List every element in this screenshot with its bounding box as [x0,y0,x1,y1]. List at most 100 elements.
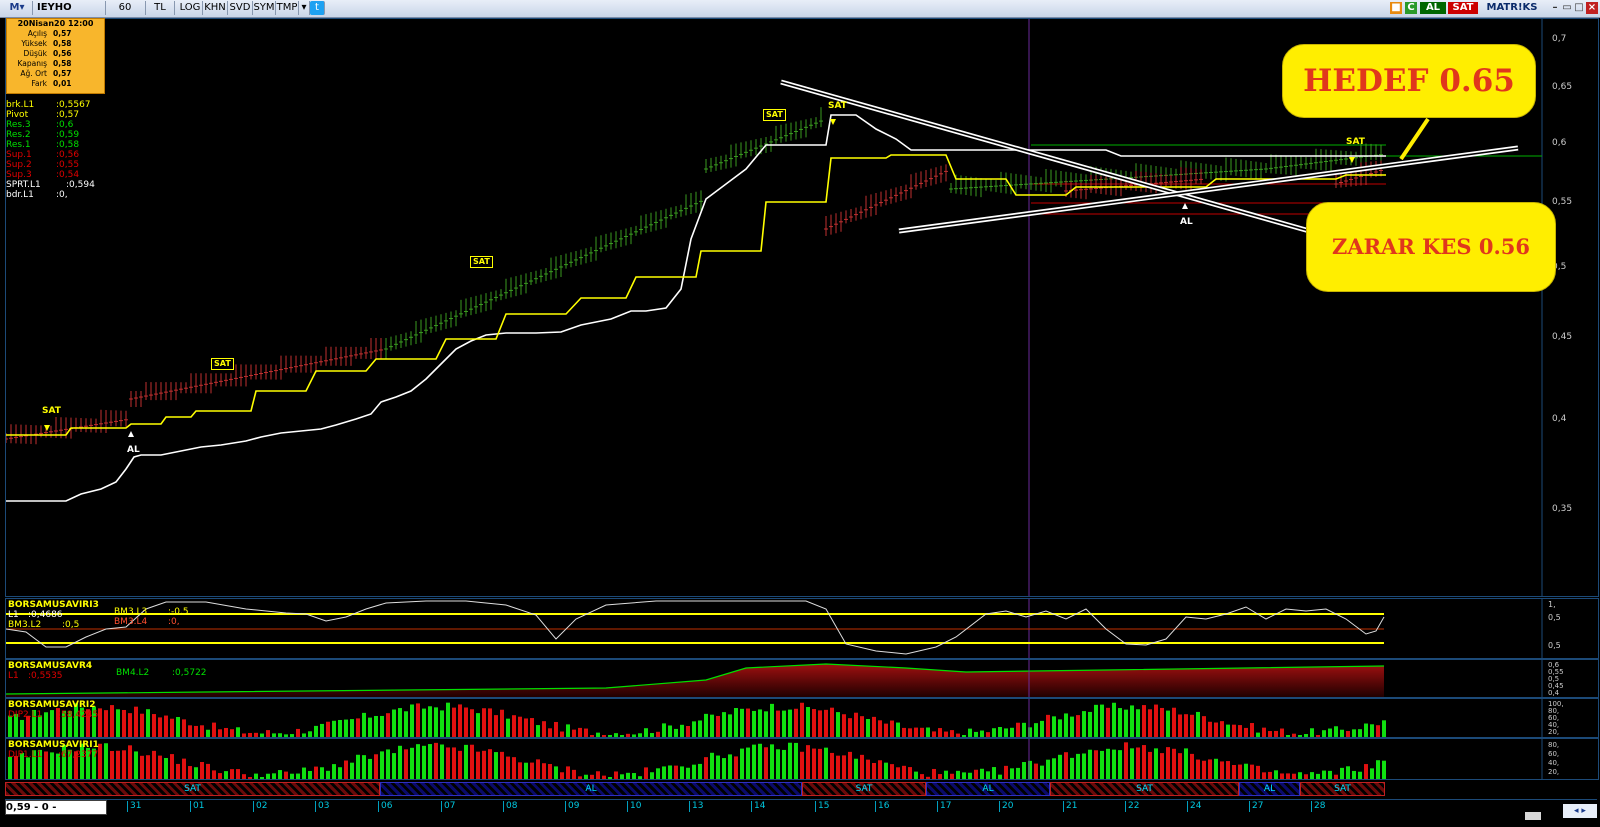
ohlc-row: Yüksek 0,58 [21,39,72,48]
khn-button[interactable]: KHN [203,1,228,15]
date-tick-label: 02 [253,801,267,812]
date-tick-label: 06 [378,801,392,812]
date-tick-label: 24 [1187,801,1201,812]
ohlc-date: 20Nisan20 12:00 [17,19,94,28]
date-tick-label: 08 [503,801,517,812]
sell-signal-label: SAT [1346,137,1365,147]
ohlc-row: Kapanış 0,58 [17,59,72,68]
indicator-panel-bm1[interactable]: 80, 60, 40, 20, BORSAMUSAVIRI1 DIP1.L1:6… [5,738,1599,780]
app-menu-icon[interactable]: M▾ [2,1,33,15]
price-axis-label: 0,55 [1552,197,1572,207]
close-icon[interactable]: × [1586,2,1598,14]
signal-segment: AL [1239,782,1300,796]
sell-signal-label: SAT [828,101,847,111]
restore-icon[interactable]: ▭ [1562,2,1572,14]
log-button[interactable]: LOG [178,1,203,15]
indicator-level-row: Res.3:0,6 [6,120,74,130]
buy-signal-label: AL [1180,217,1193,227]
price-axis-label: 0,4 [1552,414,1567,424]
price-axis-label: 0,7 [1552,34,1566,44]
date-tick-label: 28 [1311,801,1325,812]
price-axis-label: 0,35 [1552,504,1572,514]
date-tick-label: 31 [127,801,141,812]
ohlc-row: Ağ. Ort 0,57 [20,69,72,78]
date-tick-label: 21 [1063,801,1077,812]
maximize-icon[interactable]: □ [1574,2,1584,14]
orange-flag-icon[interactable]: ■ [1390,2,1402,14]
price-axis-label: 0,65 [1552,82,1572,92]
chart-window: M▾ IEYHO 60 TL LOG KHN SVD SYM TMP ▾ t ■… [0,0,1600,826]
svg-text:60,: 60, [1548,750,1559,758]
indicator-level-row: bdr.L1:0, [6,190,68,200]
svg-text:20,: 20, [1548,728,1559,736]
date-tick-label: 13 [689,801,703,812]
indicator-panel-bm3[interactable]: 1, 0,5 0,5 BORSAMUSAVIRI3 L1:0,4686 BM3.… [5,598,1599,659]
toolbar: M▾ IEYHO 60 TL LOG KHN SVD SYM TMP ▾ t ■… [0,0,1600,18]
indicator-level-row: SPRT.L1:0,594 [6,180,95,190]
buy-arrow-icon [128,431,134,437]
ohlc-row: Açılış 0,57 [27,29,72,38]
indicator-level-row: Pivot:0,57 [6,110,80,120]
scroll-arrows-icon[interactable]: ◂ ▸ [1563,804,1597,818]
period-selector[interactable]: 60 [105,1,146,15]
sell-arrow-icon [1349,157,1355,163]
date-tick-label: 09 [565,801,579,812]
refresh-icon[interactable]: C [1405,2,1417,14]
buy-button[interactable]: AL [1420,2,1446,14]
currency-selector[interactable]: TL [146,1,175,15]
indicator-level-row: Res.2:0,59 [6,130,80,140]
scroll-handle[interactable] [1525,812,1541,820]
twitter-icon[interactable]: t [310,1,325,15]
date-tick-label: 10 [627,801,641,812]
indicator-level-row: Sup.2:0,55 [6,160,80,170]
bm4-canvas: 0,6 0,55 0,5 0,45 0,4 [6,660,1564,697]
buy-arrow-icon [1182,203,1188,209]
bm2-title: BORSAMUSAVRI2 [8,700,96,710]
date-tick-label: 07 [441,801,455,812]
indicator-level-row: Res.1:0,58 [6,140,80,150]
stop-loss-annotation: ZARAR KES 0.56 [1306,202,1556,292]
date-tick-label: 16 [875,801,889,812]
minimize-icon[interactable]: – [1550,2,1560,14]
bm1-title: BORSAMUSAVIRI1 [8,740,99,750]
signal-segment: SAT [1050,782,1239,796]
svg-text:40,: 40, [1548,759,1559,767]
price-axis-label: 0,45 [1552,332,1572,342]
bm3-title: BORSAMUSAVIRI3 [8,600,99,610]
brand-logo: MATR!KS [1486,2,1538,13]
bm3-axis-label: 1, [1548,600,1556,609]
indicator-panel-bm4[interactable]: 0,6 0,55 0,5 0,45 0,4 BORSAMUSAVR4 L1:0,… [5,659,1599,698]
signal-segment: SAT [1300,782,1385,796]
dropdown-arrow-icon[interactable]: ▾ [299,1,310,15]
date-tick-label: 03 [315,801,329,812]
bm4-title: BORSAMUSAVR4 [8,661,93,671]
sym-button[interactable]: SYM [253,1,276,15]
sell-button[interactable]: SAT [1448,2,1478,14]
ohlc-row: Düşük 0,56 [23,49,72,58]
date-tick-label: 27 [1249,801,1263,812]
date-tick-label: 22 [1125,801,1139,812]
signal-segment: AL [926,782,1050,796]
sell-signal-box: SAT [211,358,234,370]
target-annotation: HEDEF 0.65 [1282,44,1536,118]
date-axis: 31 01 02 03 06 07 08 09 10 13 14 15 16 17 20 21 22 24 27 28 [5,799,1597,813]
sell-arrow-icon [830,119,836,125]
symbol-field[interactable]: IEYHO [33,1,106,15]
date-tick-label: 17 [937,801,951,812]
buy-signal-label: AL [127,445,140,455]
bm2-histogram: 100, 80, 60, 40, 20, [8,699,1564,737]
bm3-canvas: 1, 0,5 0,5 [6,599,1561,658]
indicator-panel-bm2[interactable]: 100, 80, 60, 40, 20, BORSAMUSAVRI2 DIP2.… [5,698,1599,738]
tmp-button[interactable]: TMP [276,1,299,15]
indicator-level-row: brk.L1:0,5567 [6,100,91,110]
sell-arrow-icon [44,425,50,431]
date-tick-label: 20 [999,801,1013,812]
ohlc-row: Fark 0,01 [31,79,72,88]
signal-timeline: SAT AL SAT AL SAT AL SAT [5,781,1597,796]
indicator-level-row: Sup.3:0,54 [6,170,80,180]
svg-text:20,: 20, [1548,768,1559,776]
bm3-axis-label: 0,5 [1548,641,1561,650]
svd-button[interactable]: SVD [228,1,253,15]
signal-segment: SAT [5,782,380,796]
bm1-histogram: 80, 60, 40, 20, [8,739,1559,779]
